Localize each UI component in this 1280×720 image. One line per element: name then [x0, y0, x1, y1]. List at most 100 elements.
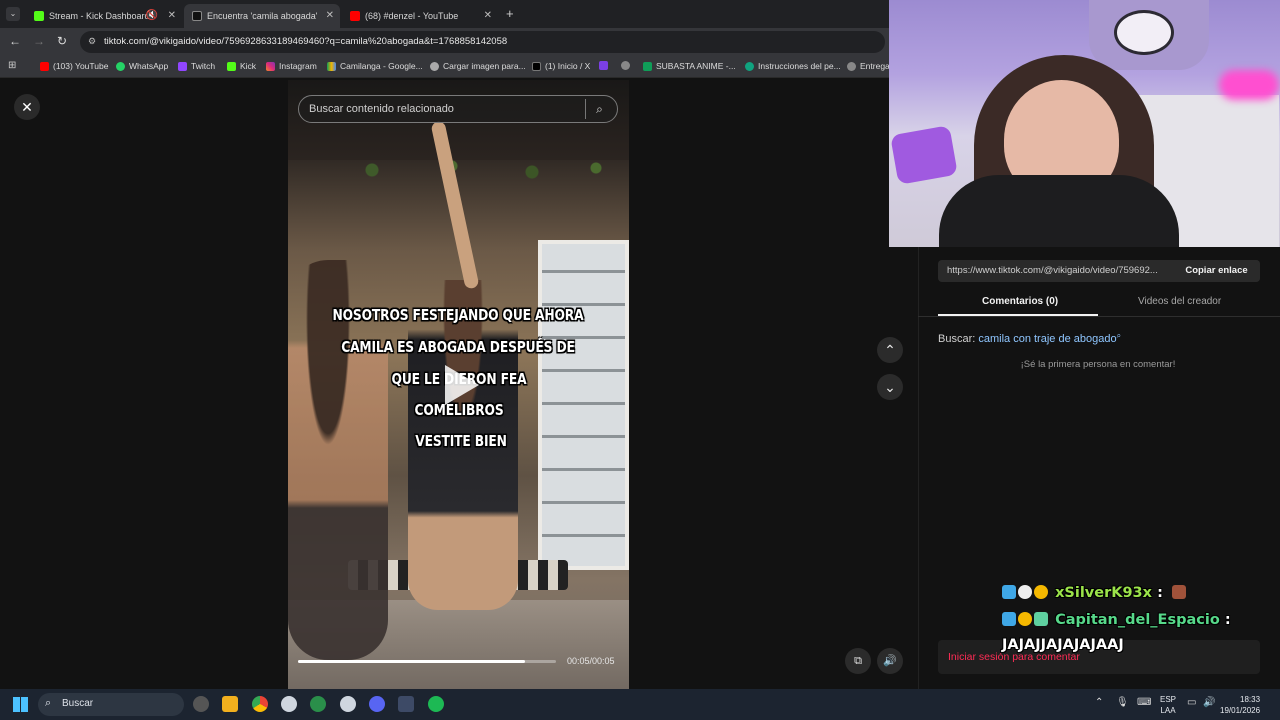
active-tab-indicator [938, 314, 1098, 316]
search-small-icon: ⌕ [1116, 331, 1122, 340]
openai-icon [745, 61, 754, 71]
bookmark-google-drive[interactable]: Camilanga - Google... [327, 61, 423, 71]
network-icon[interactable]: ▭ [1187, 697, 1196, 708]
volume-icon[interactable]: 🔊 [877, 648, 903, 674]
app-icon[interactable] [398, 696, 414, 712]
tab-youtube[interactable]: (68) #denzel - YouTube ✕ [342, 4, 498, 28]
obs-icon[interactable] [310, 696, 326, 712]
tab-label: Stream - Kick Dashboard [49, 11, 150, 21]
windows-taskbar: ⌕ Buscar [0, 689, 1280, 720]
plants-garland [308, 150, 628, 190]
chat-message: Capitan_del_Espacio : [1002, 612, 1231, 628]
microphone-icon[interactable]: 🎙 [1116, 697, 1129, 708]
tab-list-chevron-icon[interactable]: ⌄ [6, 7, 20, 21]
close-video-button[interactable]: ✕ [14, 94, 40, 120]
mute-icon[interactable]: 🔇 [146, 10, 158, 21]
bookmark-instagram[interactable]: Instagram [266, 61, 317, 71]
microphone [890, 125, 958, 185]
caption-line-1: NOSOTROS FESTEJANDO QUE AHORA [332, 306, 584, 324]
copy-link-button[interactable]: Copiar enlace [1173, 260, 1260, 282]
bookmark-instrucciones[interactable]: Instrucciones del pe... [745, 61, 841, 71]
bookmark-purple[interactable] [599, 61, 612, 70]
search-icon[interactable]: ⌕ [585, 99, 613, 119]
empty-comments-message: ¡Sé la primera persona en comentar! [1020, 359, 1176, 370]
number-badge-icon [1034, 585, 1048, 599]
chat-separator: : [1157, 585, 1163, 601]
bookmark-subasta[interactable]: SUBASTA ANIME -... [643, 61, 736, 71]
bookmark-twitch[interactable]: Twitch [178, 61, 215, 71]
upload-icon [430, 61, 439, 71]
taskbar-search[interactable]: ⌕ Buscar [38, 693, 184, 716]
neon-light [1219, 70, 1279, 100]
forward-icon[interactable]: → [33, 34, 45, 48]
pip-icon[interactable]: ⧉ [845, 648, 871, 674]
bookmarks-bar: ⊞ (103) YouTube WhatsApp Twitch Kick Ins… [0, 56, 890, 78]
kick-icon [34, 11, 44, 21]
tab-comments[interactable]: Comentarios (0) [982, 296, 1058, 307]
youtube-icon [40, 61, 49, 71]
bookmark-whatsapp[interactable]: WhatsApp [116, 61, 168, 71]
site-info-icon[interactable]: ⚙ [88, 36, 96, 47]
tab-label: Encuentra 'camila abogada' en [207, 11, 317, 21]
spotify-icon[interactable] [428, 696, 444, 712]
youtube-icon [350, 11, 360, 21]
bookmark-x[interactable]: (1) Inicio / X [532, 61, 590, 71]
bookmark-globe[interactable] [621, 61, 634, 70]
reload-icon[interactable]: ↻ [57, 34, 67, 48]
chrome-browser-icon[interactable] [252, 696, 268, 712]
globe-icon [847, 61, 856, 71]
related-search-row: Buscar: camila con traje de abogado⌕ [938, 331, 1121, 345]
emote-icon [1171, 585, 1186, 599]
tab-kick-dashboard[interactable]: Stream - Kick Dashboard 🔇 ✕ [26, 4, 182, 28]
close-tab-icon[interactable]: ✕ [484, 10, 492, 21]
purple-app-icon [599, 61, 608, 70]
instagram-icon [266, 61, 275, 71]
bookmark-youtube[interactable]: (103) YouTube [40, 61, 108, 71]
video-link-text: https://www.tiktok.com/@vikigaido/video/… [947, 265, 1158, 276]
close-tab-icon[interactable]: ✕ [326, 10, 334, 21]
related-search-link[interactable]: camila con traje de abogado [978, 333, 1116, 345]
google-drive-icon [327, 61, 336, 71]
next-video-button[interactable]: ⌄ [877, 374, 903, 400]
search-placeholder: Buscar contenido relacionado [309, 103, 454, 115]
steam-icon[interactable] [340, 696, 356, 712]
play-icon[interactable] [445, 365, 479, 405]
streamer-shirt [939, 175, 1179, 247]
kick-icon [227, 61, 236, 71]
bookmark-image-upload[interactable]: Cargar imagen para... [430, 61, 526, 71]
gift-badge-icon [1034, 612, 1048, 626]
bookmark-entrega[interactable]: Entrega [847, 61, 890, 71]
tab-divider [918, 316, 1280, 317]
copilot-icon[interactable] [193, 696, 209, 712]
tab-label: (68) #denzel - YouTube [365, 11, 459, 21]
close-tab-icon[interactable]: ✕ [168, 10, 176, 21]
new-tab-button[interactable]: + [506, 6, 514, 21]
progress-bar[interactable] [298, 660, 556, 663]
chat-message-text: JAJAJJAJAJAJAAJ [1002, 637, 1124, 653]
system-clock[interactable]: 18:33 19/01/2026 [1220, 694, 1260, 716]
start-windows-icon[interactable] [13, 697, 28, 712]
caption-line-2: CAMILA ES ABOGADA DESPUÉS DE [341, 338, 575, 356]
keyboard-icon[interactable]: ⌨ [1137, 697, 1151, 708]
chat-separator: : [1224, 612, 1231, 628]
panda-face-icon [1114, 10, 1174, 55]
related-search-input[interactable]: Buscar contenido relacionado [298, 95, 618, 123]
number-badge-icon [1018, 612, 1032, 626]
chrome-icon[interactable] [222, 696, 238, 712]
apps-grid-icon[interactable]: ⊞ [8, 60, 16, 71]
settings-gear-icon[interactable] [281, 696, 297, 712]
chat-username: Capitan_del_Espacio [1055, 612, 1220, 628]
tab-creator-videos[interactable]: Videos del creador [1138, 296, 1221, 307]
x-logo-icon [532, 61, 541, 71]
verified-badge-icon [1002, 585, 1016, 599]
tray-overflow-icon[interactable]: ⌃ [1095, 697, 1103, 708]
address-bar-row: ← → ↻ ⚙ tiktok.com/@vikigaido/video/7596… [0, 28, 890, 56]
back-icon[interactable]: ← [9, 34, 21, 48]
previous-video-button[interactable]: ⌃ [877, 337, 903, 363]
tab-tiktok-search[interactable]: Encuentra 'camila abogada' en ✕ [184, 4, 340, 28]
language-indicator[interactable]: ESP LAA [1160, 694, 1176, 716]
bookmark-kick[interactable]: Kick [227, 61, 256, 71]
url-field[interactable]: ⚙ tiktok.com/@vikigaido/video/7596928633… [80, 31, 885, 53]
discord-icon[interactable] [369, 696, 385, 712]
speaker-icon[interactable]: 🔊 [1203, 697, 1215, 708]
